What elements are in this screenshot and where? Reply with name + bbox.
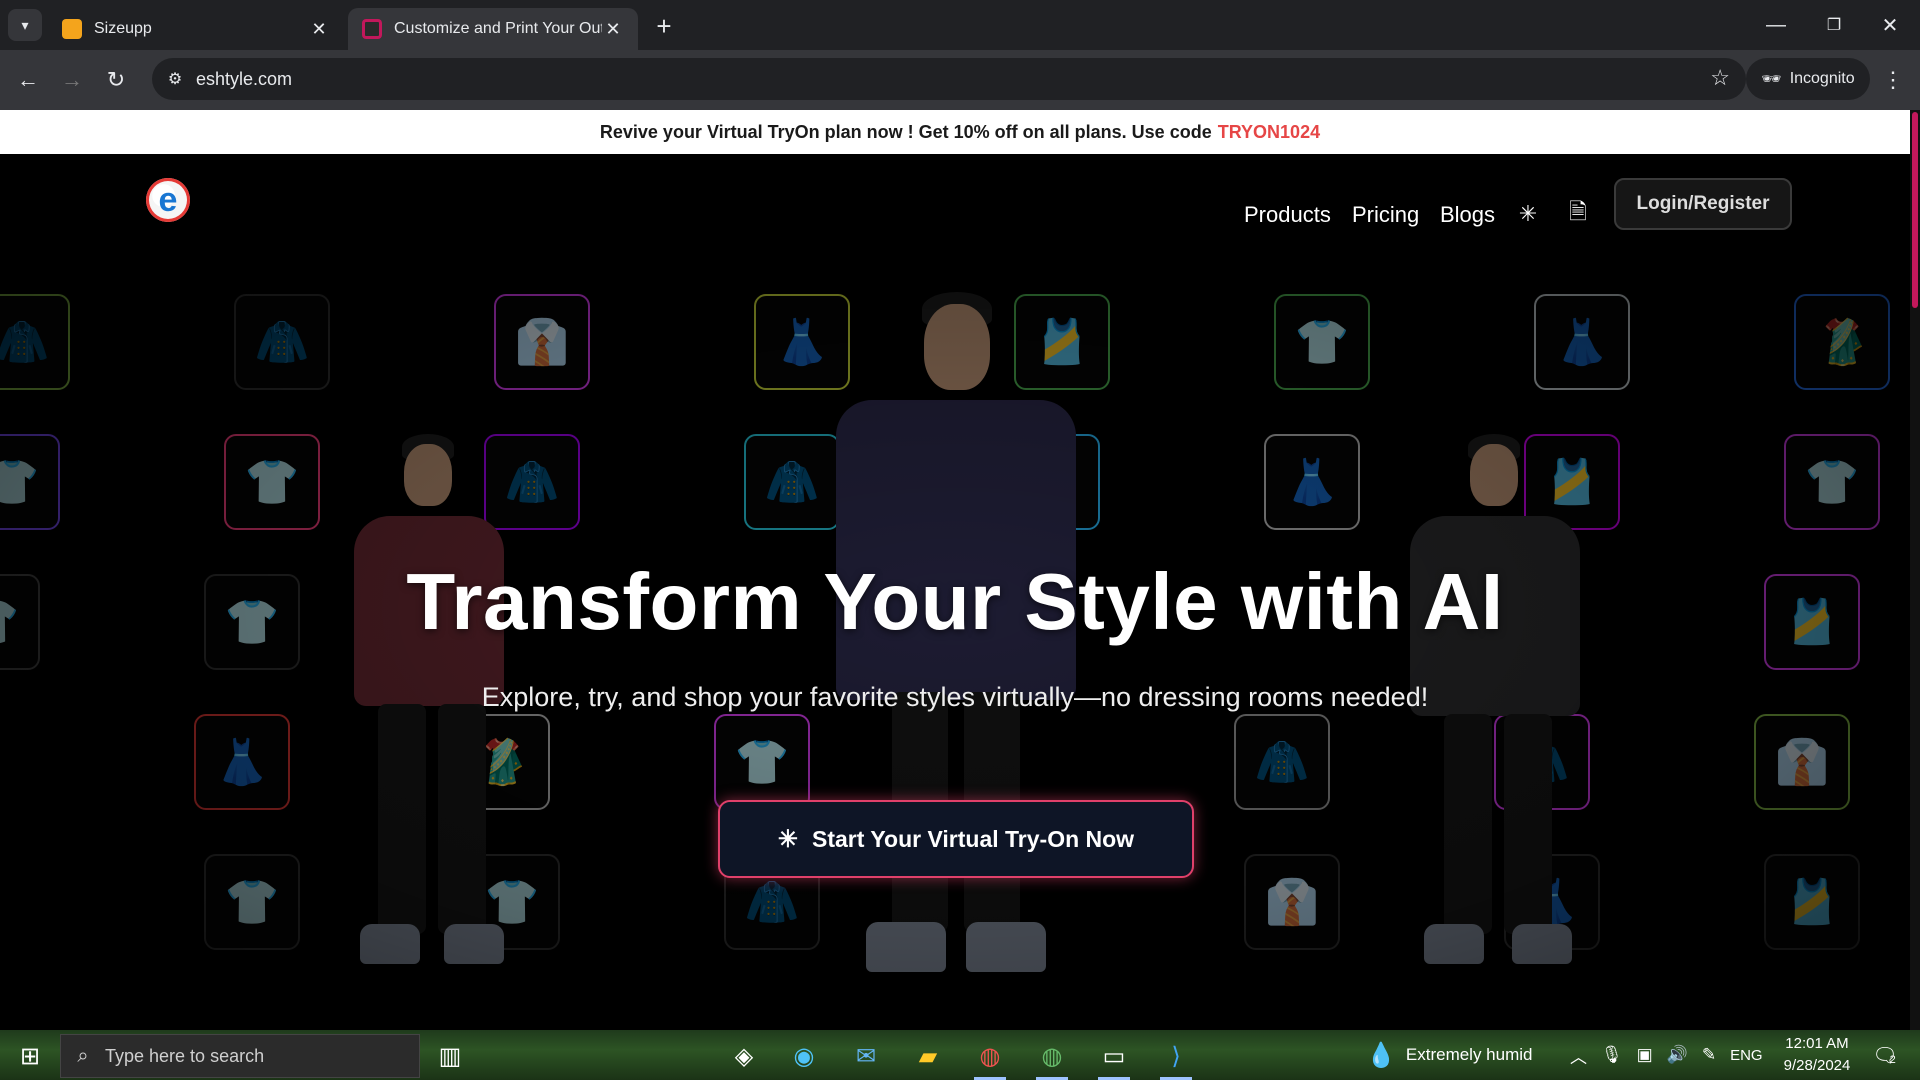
back-arrow-icon[interactable]: ← xyxy=(12,64,44,96)
incognito-label: Incognito xyxy=(1789,70,1855,87)
promo-code: TRYON1024 xyxy=(1217,121,1321,142)
system-tray: ︿ 🎙 ▣ 🔊 ✎ ENG xyxy=(1570,1030,1763,1080)
bookmark-star-icon[interactable]: ☆ xyxy=(1710,65,1730,91)
incognito-indicator[interactable]: 🕶 Incognito xyxy=(1746,58,1870,100)
clock-date: 9/28/2024 xyxy=(1783,1057,1851,1074)
microphone-icon[interactable]: 🎙 xyxy=(1601,1045,1623,1065)
incognito-icon: 🕶 xyxy=(1761,71,1782,88)
weather-widget[interactable]: 💧 Extremely humid xyxy=(1366,1030,1533,1080)
site-header: e Products Pricing Blogs ✳ 🗎 Login/Regis… xyxy=(0,154,1910,264)
minimize-icon[interactable]: — xyxy=(1756,10,1796,40)
volume-icon[interactable]: 🔊 xyxy=(1667,1045,1688,1065)
forward-arrow-icon[interactable]: → xyxy=(56,64,88,96)
page-viewport: Revive your Virtual TryOn plan now ! Get… xyxy=(0,110,1920,1030)
login-register-button[interactable]: Login/Register xyxy=(1614,178,1792,230)
vscode-icon[interactable]: ⟩ xyxy=(1154,1036,1198,1080)
tab-search-button[interactable]: ▾ xyxy=(8,9,42,41)
site-info-icon[interactable]: ⚙ xyxy=(160,64,190,94)
terminal-icon[interactable]: ▭ xyxy=(1092,1036,1136,1080)
clock-time: 12:01 AM xyxy=(1785,1035,1849,1052)
page-scrollbar[interactable] xyxy=(1910,110,1920,1030)
close-window-icon[interactable]: ✕ xyxy=(1870,10,1910,40)
reload-icon[interactable]: ↻ xyxy=(100,64,132,96)
edge-icon[interactable]: ◉ xyxy=(782,1036,826,1076)
eshtyle-favicon-icon xyxy=(362,19,382,39)
search-placeholder: Type here to search xyxy=(105,1045,265,1066)
chevron-up-icon[interactable]: ︿ xyxy=(1570,1043,1587,1068)
language-indicator[interactable]: ENG xyxy=(1730,1047,1763,1064)
nav-pricing[interactable]: Pricing xyxy=(1352,202,1419,228)
notification-count: 2 xyxy=(1889,1054,1896,1066)
hero-section: 🧥 🧥 👔 👗 🎽 👕 👗 🥻 👕 👕 🧥 🧥 👔 👗 🎽 👕 👕 👕 🎽 👗 … xyxy=(0,264,1910,1030)
restore-icon[interactable]: ❐ xyxy=(1814,10,1854,40)
sizeupp-favicon-icon xyxy=(62,19,82,39)
raindrop-icon: 💧 xyxy=(1366,1041,1396,1069)
cta-label: Start Your Virtual Try-On Now xyxy=(812,825,1135,852)
camera-icon[interactable]: ▣ xyxy=(1637,1045,1653,1065)
notification-icon[interactable]: 🗨 2 xyxy=(1866,1038,1902,1072)
nav-blogs[interactable]: Blogs xyxy=(1440,202,1495,228)
browser-menu-icon[interactable]: ⋮ xyxy=(1878,64,1908,96)
browser-toolbar: ← → ↻ ⚙ eshtyle.com ☆ 🕶 Incognito ⋮ xyxy=(0,50,1920,110)
nav-products[interactable]: Products xyxy=(1244,202,1331,228)
close-icon[interactable]: ✕ xyxy=(602,18,624,40)
document-icon[interactable]: 🗎 xyxy=(1564,199,1592,228)
tab-eshtyle[interactable]: Customize and Print Your Outfit ✕ xyxy=(348,8,638,50)
mail-icon[interactable]: ✉ xyxy=(844,1036,888,1076)
hero-subtitle: Explore, try, and shop your favorite sty… xyxy=(481,682,1429,712)
start-virtual-try-on-button[interactable]: ✳ Start Your Virtual Try-On Now xyxy=(718,800,1194,878)
new-tab-button[interactable]: + xyxy=(650,11,678,41)
task-view-icon[interactable]: ▥ xyxy=(428,1036,472,1076)
eshtyle-logo[interactable]: e xyxy=(146,178,190,222)
chrome-icon[interactable]: ◍ xyxy=(1030,1036,1074,1080)
tab-sizeupp[interactable]: Sizeupp ✕ xyxy=(48,8,344,50)
chrome-profile-icon[interactable]: ◍ xyxy=(968,1036,1012,1080)
file-explorer-icon[interactable]: ▰ xyxy=(906,1036,950,1076)
weather-text: Extremely humid xyxy=(1405,1045,1533,1064)
tab-title: Sizeupp xyxy=(94,20,152,37)
hero-title: Transform Your Style with AI xyxy=(406,557,1504,646)
taskbar-search-box[interactable]: ⌕ Type here to search xyxy=(60,1034,420,1078)
tab-title: Customize and Print Your Outfit xyxy=(394,20,602,37)
close-icon[interactable]: ✕ xyxy=(308,18,330,40)
url-text[interactable]: eshtyle.com xyxy=(196,69,292,90)
address-bar[interactable]: ⚙ eshtyle.com ☆ xyxy=(152,58,1746,100)
pen-icon[interactable]: ✎ xyxy=(1702,1045,1716,1065)
scrollbar-thumb[interactable] xyxy=(1912,112,1918,308)
copilot-icon[interactable]: ◈ xyxy=(722,1036,766,1076)
clock[interactable]: 12:01 AM 9/28/2024 xyxy=(1772,1033,1862,1077)
windows-taskbar: ⊞ ⌕ Type here to search ▥ ◈ ◉ ✉ ▰ ◍ ◍ ▭ … xyxy=(0,1030,1920,1080)
windows-start-icon[interactable]: ⊞ xyxy=(10,1039,50,1073)
promo-banner: Revive your Virtual TryOn plan now ! Get… xyxy=(0,110,1920,154)
browser-tab-bar: ▾ Sizeupp ✕ Customize and Print Your Out… xyxy=(0,0,1920,50)
promo-text: Revive your Virtual TryOn plan now ! Get… xyxy=(599,121,1212,142)
sparkle-icon[interactable]: ✳ xyxy=(1514,200,1542,228)
sparkle-icon: ✳ xyxy=(777,825,799,853)
search-icon: ⌕ xyxy=(77,1044,89,1067)
